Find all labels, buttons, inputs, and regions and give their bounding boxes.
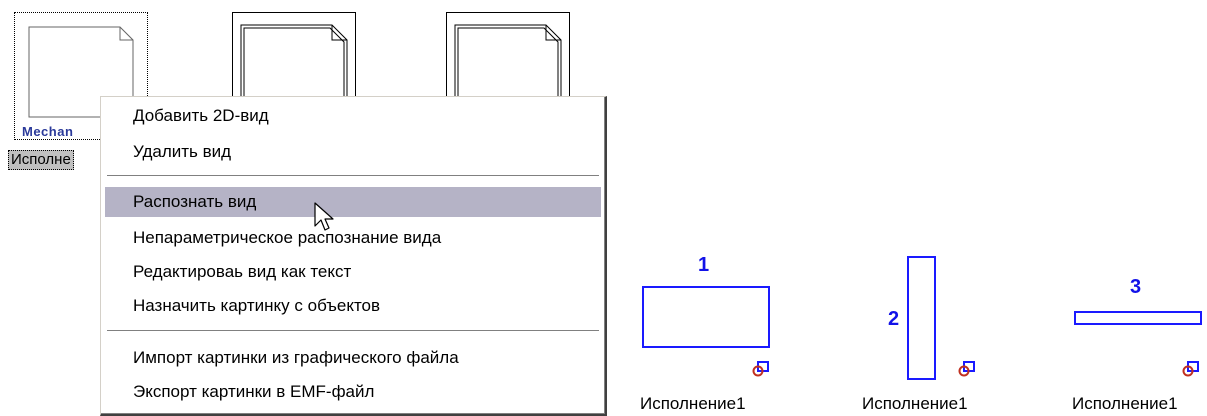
menu-item-assign-picture[interactable]: Назначить картинку с объектов xyxy=(105,291,601,321)
menu-item-import-picture[interactable]: Импорт картинки из графического файла xyxy=(105,343,601,373)
thumbnail-1-label: Mechan xyxy=(22,124,74,139)
figure-3-caption: Исполнение1 xyxy=(1072,394,1178,413)
mouse-cursor-icon xyxy=(314,202,334,231)
figure-3-number: 3 xyxy=(1130,276,1142,298)
figure-2-caption: Исполнение1 xyxy=(862,394,968,413)
menu-item-export-emf[interactable]: Экспорт картинки в EMF-файл xyxy=(105,377,601,407)
menu-item-nonparam-recognize[interactable]: Непараметрическое распознание вида xyxy=(105,223,601,253)
menu-item-add-2d-view[interactable]: Добавить 2D-вид xyxy=(105,101,601,131)
menu-separator xyxy=(107,175,599,177)
figure-2-number: 2 xyxy=(888,308,900,330)
figure-1-number: 1 xyxy=(698,254,710,276)
figure-1-caption: Исполнение1 xyxy=(640,394,746,413)
thumbnail-1-caption[interactable]: Исполне xyxy=(8,150,74,170)
menu-item-delete-view[interactable]: Удалить вид xyxy=(105,137,601,167)
context-menu: Добавить 2D-вид Удалить вид Распознать в… xyxy=(100,96,607,416)
menu-separator xyxy=(107,330,599,332)
menu-item-recognize-view[interactable]: Распознать вид xyxy=(105,187,601,217)
view-link-icon xyxy=(752,361,769,377)
menu-item-edit-as-text[interactable]: Редактироваь вид как текст xyxy=(105,257,601,287)
figure-2-rectangle xyxy=(907,256,936,380)
figure-3-rectangle xyxy=(1074,311,1202,325)
view-link-icon xyxy=(1182,361,1199,377)
view-link-icon xyxy=(958,361,975,377)
figure-1-rectangle xyxy=(642,286,770,348)
